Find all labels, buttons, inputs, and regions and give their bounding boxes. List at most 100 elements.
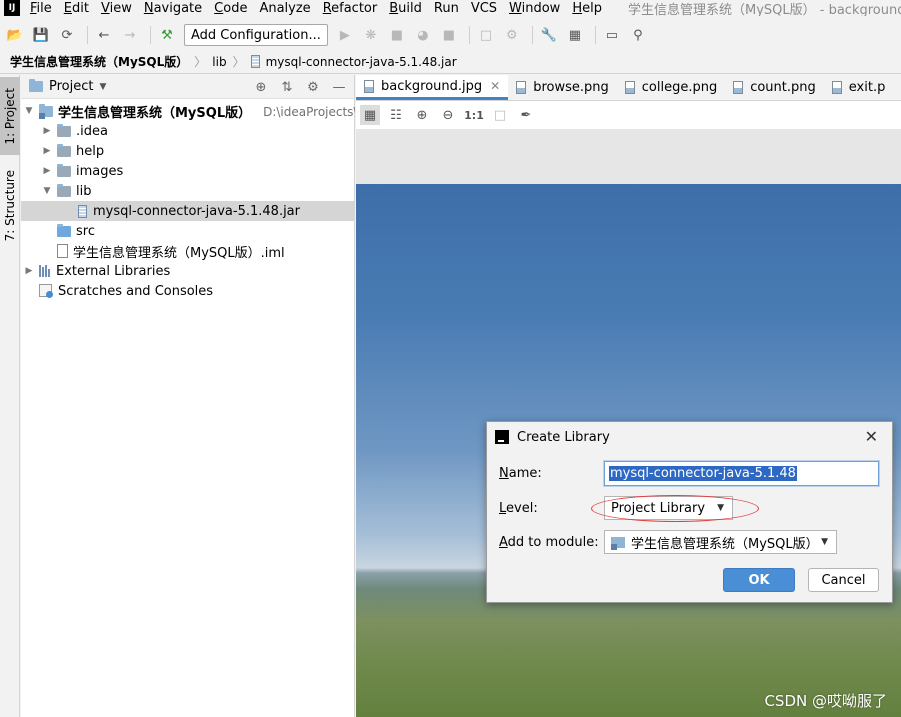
tab-label: background.jpg [381,78,483,94]
collapsed-arrow-icon[interactable]: ▶ [41,126,53,136]
root-path: D:\ideaProjects\学生 [263,104,355,119]
save-icon[interactable]: 💾 [30,24,52,46]
stop-icon[interactable]: ■ [438,24,460,46]
chessboard-icon[interactable]: ▦ [360,105,380,125]
tree-item-external-libraries[interactable]: ▶ External Libraries [21,261,355,281]
menu-help[interactable]: Help [572,1,602,16]
menu-vcs[interactable]: VCS [471,1,497,16]
profile-icon[interactable]: ◕ [412,24,434,46]
collapsed-arrow-icon[interactable]: ▶ [41,146,53,156]
zoom-in-icon[interactable]: ⊕ [412,105,432,125]
module-select[interactable]: 学生信息管理系统（MySQL版） ▼ [604,530,837,554]
project-panel-header: Project ▼ ⊕ ⇅ ⚙ — [21,75,354,99]
menu-view[interactable]: View [101,1,132,16]
tree-item-help[interactable]: ▶ help [21,141,355,161]
search-icon[interactable]: ⚲ [627,24,649,46]
toolbar-separator [594,26,596,44]
project-panel: Project ▼ ⊕ ⇅ ⚙ — ▼ 学生信息管理系统（MySQL版） D:\… [21,75,355,717]
attach-icon[interactable]: ⚙ [501,24,523,46]
fit-zoom-icon[interactable]: □ [490,105,510,125]
level-label: Level: [499,500,538,516]
tree-item-images[interactable]: ▶ images [21,161,355,181]
gear-icon[interactable]: ⚙ [304,78,322,96]
library-icon [39,265,51,277]
tree-item-iml[interactable]: 学生信息管理系统（MySQL版）.iml [21,241,355,261]
expanded-arrow-icon[interactable]: ▼ [23,106,35,116]
menu-analyze[interactable]: Analyze [259,1,310,16]
open-folder-icon[interactable]: 📂 [4,24,26,46]
locate-crosshair-icon[interactable]: ⊕ [252,78,270,96]
csdn-watermark: CSDN @哎呦服了 [764,692,887,710]
breadcrumb-lib[interactable]: lib [212,55,226,69]
back-arrow-icon[interactable]: ← [93,24,115,46]
menu-window[interactable]: Window [509,1,560,16]
actual-size-button[interactable]: 1:1 [464,105,484,125]
image-file-icon [624,81,635,94]
module-row: Add to module: 学生信息管理系统（MySQL版） ▼ [499,530,837,554]
minimize-icon[interactable]: — [330,78,348,96]
tree-item-lib[interactable]: ▼ lib [21,181,355,201]
library-name-input[interactable]: mysql-connector-java-5.1.48 [604,461,879,486]
project-tree: ▼ 学生信息管理系统（MySQL版） D:\ideaProjects\学生 ▶ … [21,101,355,301]
close-icon[interactable]: ✕ [865,427,878,446]
image-file-icon [733,81,744,94]
zoom-out-icon[interactable]: ⊖ [438,105,458,125]
image-editor-toolbar: ▦ ☷ ⊕ ⊖ 1:1 □ ✒ [356,101,901,129]
tab-college-png[interactable]: college.png [617,75,725,100]
folder-icon [57,183,71,197]
breadcrumb-jar[interactable]: mysql-connector-java-5.1.48.jar [266,55,457,69]
tab-label: count.png [750,80,816,95]
wrench-settings-icon[interactable]: 🔧 [538,24,560,46]
expanded-arrow-icon[interactable]: ▼ [41,186,53,196]
project-view-selector[interactable]: Project [49,79,93,94]
run-icon[interactable]: ▶ [334,24,356,46]
tree-root[interactable]: ▼ 学生信息管理系统（MySQL版） D:\ideaProjects\学生 [21,101,355,121]
close-icon[interactable]: ✕ [490,79,500,93]
stripe-tab-project[interactable]: 1: Project [0,77,20,155]
menu-navigate[interactable]: Navigate [144,1,202,16]
tree-item-jar[interactable]: mysql-connector-java-5.1.48.jar [21,201,355,221]
tree-item-idea[interactable]: ▶ .idea [21,121,355,141]
tree-item-label: mysql-connector-java-5.1.48.jar [93,203,300,219]
chevron-down-icon[interactable]: ▼ [99,82,106,92]
tab-count-png[interactable]: count.png [725,75,824,100]
terminal-icon[interactable]: ▭ [601,24,623,46]
collapsed-arrow-icon[interactable]: ▶ [23,266,35,276]
tree-item-src[interactable]: src [21,221,355,241]
tree-item-label: images [76,163,124,179]
debug-icon[interactable]: ❋ [360,24,382,46]
project-structure-icon[interactable]: ▦ [564,24,586,46]
device-icon[interactable]: □ [475,24,497,46]
add-configuration-button[interactable]: Add Configuration... [184,24,328,46]
menu-file[interactable]: File [30,1,52,16]
forward-arrow-icon[interactable]: → [119,24,141,46]
menu-edit[interactable]: Edit [64,1,89,16]
menu-run[interactable]: Run [434,1,459,16]
build-hammer-icon[interactable]: ⚒ [156,24,178,46]
collapsed-arrow-icon[interactable]: ▶ [41,166,53,176]
collapse-all-icon[interactable]: ⇅ [278,78,296,96]
grid-icon[interactable]: ☷ [386,105,406,125]
coverage-icon[interactable]: ■ [386,24,408,46]
menu-code[interactable]: Code [214,1,247,16]
sync-icon[interactable]: ⟳ [56,24,78,46]
tree-item-scratches[interactable]: Scratches and Consoles [21,281,355,301]
highlight-ellipse [591,495,759,522]
tab-background-jpg[interactable]: background.jpg ✕ [356,75,509,100]
breadcrumb-project[interactable]: 学生信息管理系统（MySQL版） [10,53,188,70]
cancel-button[interactable]: Cancel [808,568,879,592]
toolbar-separator [87,26,88,44]
breadcrumb-separator-icon: 〉 [194,55,207,69]
stripe-tab-structure[interactable]: 7: Structure [0,165,20,247]
tab-browse-png[interactable]: browse.png [508,75,617,100]
menu-build[interactable]: Build [389,1,422,16]
tab-label: exit.p [848,80,886,95]
color-picker-icon[interactable]: ✒ [516,105,536,125]
tab-exit-png[interactable]: exit.p [824,75,894,100]
tool-window-stripe: 1: Project 7: Structure [0,75,20,717]
ok-button[interactable]: OK [723,568,795,592]
tree-item-label: Scratches and Consoles [58,283,214,299]
tree-item-label: 学生信息管理系统（MySQL版）.iml [73,245,285,261]
intellij-logo-icon: IJ [4,0,20,16]
menu-refactor[interactable]: Refactor [323,1,378,16]
